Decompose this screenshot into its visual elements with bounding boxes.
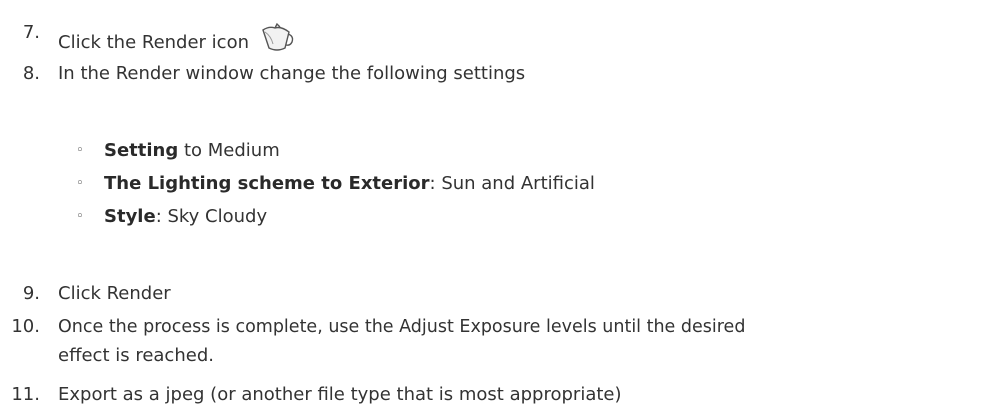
step-number: 7. [22,22,40,43]
step-text: Click the Render icon [58,32,249,53]
setting-value: : Sun and Artificial [429,173,595,194]
step-text-line1: Once the process is complete, use the Ad… [58,317,746,337]
setting-value: : Sky Cloudy [155,206,268,227]
bullet-icon: ◦ [76,143,84,158]
step-text: Export as a jpeg (or another file type t… [58,384,622,405]
setting-label: The Lighting scheme to Exterior [104,173,430,194]
bullet-icon: ◦ [76,209,84,224]
step-text-line2: effect is reached. [58,345,214,366]
setting-label: Style [104,206,156,227]
setting-label: Setting [104,140,179,161]
step-number: 9. [22,283,40,304]
step-number: 11. [11,384,40,405]
bullet-icon: ◦ [76,176,84,191]
step-text: In the Render window change the followin… [58,63,526,84]
setting-value: to Medium [178,140,280,161]
teapot-render-icon [259,22,295,60]
instructions-document: 7. Click the Render icon 8. In the Rende… [0,0,994,419]
step-number: 8. [22,63,40,84]
step-number: 10. [11,316,40,337]
step-text: Click Render [58,283,171,304]
